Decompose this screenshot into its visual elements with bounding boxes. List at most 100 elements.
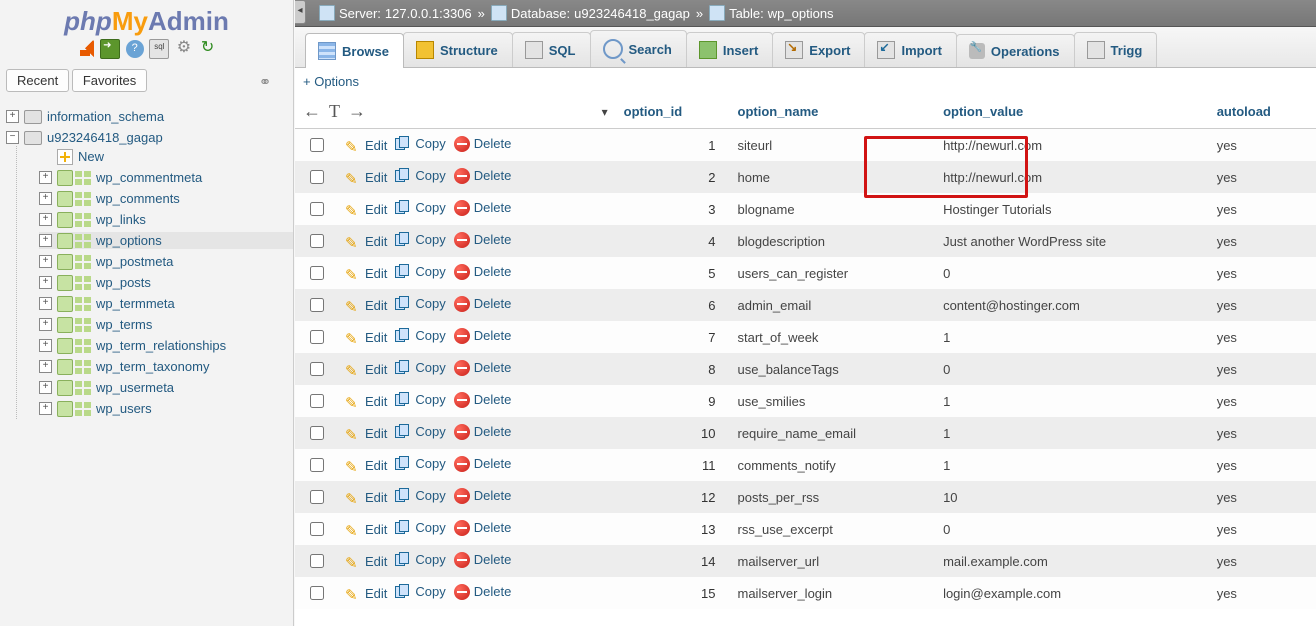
link-icon[interactable]: ⚭: [257, 75, 273, 91]
tree-table-wp_users[interactable]: + wp_users: [39, 400, 293, 417]
table-label[interactable]: wp_postmeta: [93, 253, 176, 270]
expand-icon[interactable]: +: [39, 234, 52, 247]
arrow-right-icon[interactable]: →: [348, 101, 366, 122]
row-checkbox[interactable]: [310, 394, 324, 408]
edit-link[interactable]: Edit: [345, 234, 387, 250]
tab-export[interactable]: Export: [772, 32, 865, 67]
copy-link[interactable]: Copy: [395, 296, 445, 312]
arrow-left-icon[interactable]: ←: [303, 101, 321, 122]
sidebar-collapse-handle[interactable]: ◂: [295, 0, 306, 24]
expand-icon[interactable]: +: [39, 381, 52, 394]
edit-link[interactable]: Edit: [345, 266, 387, 282]
copy-link[interactable]: Copy: [395, 392, 445, 408]
browse-icon[interactable]: [57, 359, 73, 375]
recent-tab[interactable]: Recent: [6, 69, 69, 92]
copy-link[interactable]: Copy: [395, 168, 445, 184]
delete-link[interactable]: Delete: [454, 136, 512, 152]
expand-icon[interactable]: +: [39, 339, 52, 352]
edit-link[interactable]: Edit: [345, 426, 387, 442]
table-label[interactable]: wp_usermeta: [93, 379, 177, 396]
edit-link[interactable]: Edit: [345, 394, 387, 410]
tab-operations[interactable]: Operations: [956, 34, 1075, 67]
row-checkbox[interactable]: [310, 522, 324, 536]
delete-link[interactable]: Delete: [454, 552, 512, 568]
tree-table-wp_termmeta[interactable]: + wp_termmeta: [39, 295, 293, 312]
row-checkbox[interactable]: [310, 426, 324, 440]
row-checkbox[interactable]: [310, 170, 324, 184]
tab-browse[interactable]: Browse: [305, 33, 404, 68]
table-label[interactable]: wp_term_taxonomy: [93, 358, 212, 375]
tree-new-table[interactable]: New: [39, 148, 293, 165]
delete-link[interactable]: Delete: [454, 488, 512, 504]
tab-triggers[interactable]: Trigg: [1074, 32, 1158, 67]
delete-link[interactable]: Delete: [454, 232, 512, 248]
row-checkbox[interactable]: [310, 138, 324, 152]
edit-link[interactable]: Edit: [345, 490, 387, 506]
table-label[interactable]: wp_termmeta: [93, 295, 178, 312]
tree-table-wp_term_taxonomy[interactable]: + wp_term_taxonomy: [39, 358, 293, 375]
browse-icon[interactable]: [57, 254, 73, 270]
browse-icon[interactable]: [57, 170, 73, 186]
text-select-icon[interactable]: T: [329, 101, 340, 122]
reload-icon[interactable]: ↻: [199, 40, 217, 58]
edit-link[interactable]: Edit: [345, 298, 387, 314]
row-checkbox[interactable]: [310, 490, 324, 504]
copy-link[interactable]: Copy: [395, 424, 445, 440]
logout-icon[interactable]: [100, 39, 120, 59]
delete-link[interactable]: Delete: [454, 200, 512, 216]
copy-link[interactable]: Copy: [395, 488, 445, 504]
tab-structure[interactable]: Structure: [403, 32, 513, 67]
copy-link[interactable]: Copy: [395, 456, 445, 472]
table-label[interactable]: wp_links: [93, 211, 149, 228]
tab-import[interactable]: Import: [864, 32, 956, 67]
table-label[interactable]: wp_posts: [93, 274, 154, 291]
delete-link[interactable]: Delete: [454, 392, 512, 408]
tree-table-wp_usermeta[interactable]: + wp_usermeta: [39, 379, 293, 396]
help-icon[interactable]: ?: [126, 40, 144, 58]
table-label[interactable]: wp_commentmeta: [93, 169, 205, 186]
col-option-value[interactable]: option_value: [935, 95, 1209, 129]
options-toggle[interactable]: + Options: [303, 74, 359, 89]
row-checkbox[interactable]: [310, 458, 324, 472]
tree-table-wp_posts[interactable]: + wp_posts: [39, 274, 293, 291]
edit-link[interactable]: Edit: [345, 522, 387, 538]
tree-table-wp_options[interactable]: +wp_options: [39, 232, 293, 249]
expand-icon[interactable]: +: [39, 297, 52, 310]
browse-icon[interactable]: [57, 191, 73, 207]
row-checkbox[interactable]: [310, 266, 324, 280]
delete-link[interactable]: Delete: [454, 296, 512, 312]
delete-link[interactable]: Delete: [454, 584, 512, 600]
sql-query-icon[interactable]: sql: [149, 39, 169, 59]
copy-link[interactable]: Copy: [395, 360, 445, 376]
edit-link[interactable]: Edit: [345, 330, 387, 346]
browse-icon[interactable]: [57, 338, 73, 354]
expand-icon[interactable]: +: [39, 360, 52, 373]
expand-icon[interactable]: +: [39, 402, 52, 415]
table-label[interactable]: wp_comments: [93, 190, 183, 207]
copy-link[interactable]: Copy: [395, 552, 445, 568]
row-checkbox[interactable]: [310, 362, 324, 376]
row-checkbox[interactable]: [310, 202, 324, 216]
home-icon[interactable]: [76, 40, 94, 58]
expand-icon[interactable]: +: [39, 276, 52, 289]
tree-db-information-schema[interactable]: + information_schema: [0, 108, 293, 125]
browse-icon[interactable]: [57, 401, 73, 417]
row-checkbox[interactable]: [310, 554, 324, 568]
edit-link[interactable]: Edit: [345, 362, 387, 378]
table-label[interactable]: wp_users: [93, 400, 155, 417]
delete-link[interactable]: Delete: [454, 360, 512, 376]
delete-link[interactable]: Delete: [454, 168, 512, 184]
tree-table-wp_postmeta[interactable]: +wp_postmeta: [39, 253, 293, 270]
copy-link[interactable]: Copy: [395, 200, 445, 216]
row-checkbox[interactable]: [310, 298, 324, 312]
edit-link[interactable]: Edit: [345, 554, 387, 570]
delete-link[interactable]: Delete: [454, 264, 512, 280]
browse-icon[interactable]: [57, 380, 73, 396]
db-label[interactable]: information_schema: [44, 108, 167, 125]
tab-search[interactable]: Search: [590, 30, 687, 67]
row-checkbox[interactable]: [310, 586, 324, 600]
copy-link[interactable]: Copy: [395, 136, 445, 152]
copy-link[interactable]: Copy: [395, 232, 445, 248]
edit-link[interactable]: Edit: [345, 586, 387, 602]
expand-icon[interactable]: +: [6, 110, 19, 123]
